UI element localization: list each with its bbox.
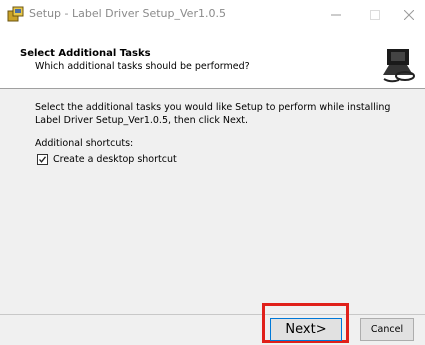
minimize-button[interactable] [320,2,352,28]
shortcuts-heading: Additional shortcuts: [35,138,134,149]
maximize-icon [370,10,380,20]
maximize-button[interactable] [359,2,391,28]
setup-installer-icon [7,6,24,22]
wizard-computer-icon [379,45,417,85]
checkmark-icon [39,156,47,163]
minimize-icon [331,14,341,16]
window-title: Setup - Label Driver Setup_Ver1.0.5 [29,7,226,20]
title-bar: Setup - Label Driver Setup_Ver1.0.5 [0,0,425,30]
cancel-button[interactable]: Cancel [360,318,414,341]
desktop-shortcut-checkbox[interactable] [37,154,48,165]
close-button[interactable] [393,2,425,28]
next-button[interactable]: Next> [270,318,342,341]
page-title: Select Additional Tasks [20,48,151,59]
close-icon [404,10,414,20]
intro-text: Select the additional tasks you would li… [35,102,391,126]
desktop-shortcut-label[interactable]: Create a desktop shortcut [53,154,177,165]
page-subtitle: Which additional tasks should be perform… [35,61,250,72]
